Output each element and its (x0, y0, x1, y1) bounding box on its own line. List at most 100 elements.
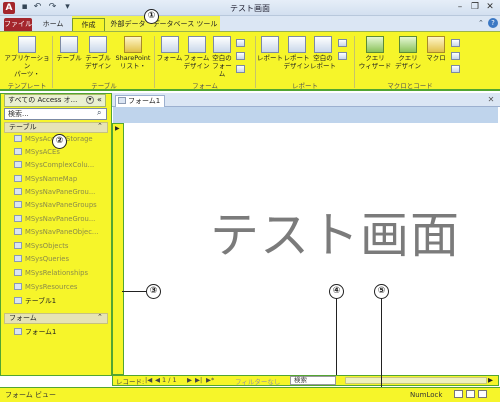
table-item[interactable]: MSysNavPaneGrou... (14, 186, 95, 199)
nav-section-forms-label: フォーム (9, 314, 37, 322)
table-item[interactable]: MSysObjects (14, 240, 68, 253)
module-icon[interactable] (451, 39, 460, 47)
group-label-table: テーブル (91, 82, 117, 90)
form-object-icon (14, 328, 22, 335)
blank-report-icon (314, 36, 332, 53)
table-item[interactable]: テーブル1 (14, 295, 56, 308)
table-item[interactable]: MSysNavPaneObjec... (14, 226, 98, 239)
close-document-icon[interactable]: ✕ (486, 95, 496, 105)
table-item-label: MSysComplexColu... (25, 161, 95, 169)
form-button[interactable]: フォーム (156, 36, 183, 62)
table-item-label: MSysNavPaneGroups (25, 201, 97, 209)
table-item-label: MSysQueries (25, 255, 69, 263)
tab-file[interactable]: ファイル (4, 18, 32, 31)
section-collapse-icon[interactable]: ⌃ (97, 313, 103, 321)
table-item[interactable]: MSysResources (14, 281, 77, 294)
macro-icon (427, 36, 445, 53)
status-view-label: フォーム ビュー (5, 391, 57, 399)
table-item[interactable]: MSysNavPaneGroups (14, 199, 97, 212)
nav-search-input[interactable]: 検索... (4, 108, 107, 120)
first-record-icon[interactable]: |◀ (145, 376, 152, 384)
scroll-right-icon[interactable]: ▶ (488, 376, 493, 384)
next-record-icon[interactable]: ▶ (187, 376, 192, 384)
tab-home[interactable]: ホーム (38, 18, 68, 31)
class-module-icon[interactable] (451, 52, 460, 60)
close-icon[interactable]: ✕ (484, 2, 496, 13)
table-item-label: MSysNavPaneGrou... (25, 188, 96, 196)
visual-basic-icon[interactable] (451, 65, 460, 73)
table-item[interactable]: MSysNameMap (14, 173, 77, 186)
ribbon-separator (354, 36, 355, 88)
group-label-form: フォーム (192, 82, 218, 90)
filter-status[interactable]: フィルターなし (235, 376, 280, 386)
form-label: フォーム (156, 54, 183, 62)
query-wizard-label: クエリ ウィザード (358, 54, 392, 70)
new-record-icon[interactable]: ▶* (206, 376, 214, 384)
form-design-button[interactable]: フォーム デザイン (183, 36, 210, 70)
query-wizard-button[interactable]: クエリ ウィザード (357, 36, 393, 70)
minimize-icon[interactable]: – (454, 2, 466, 13)
table-item-label: MSysObjects (25, 242, 69, 250)
navigation-icon[interactable] (236, 52, 245, 60)
form-item-label: フォーム1 (25, 328, 57, 336)
table-design-icon (89, 36, 107, 53)
macro-button[interactable]: マクロ (424, 36, 448, 62)
layout-view-icon[interactable] (466, 390, 475, 398)
table-design-button[interactable]: テーブル デザイン (84, 36, 112, 70)
sharepoint-list-button[interactable]: SharePoint リスト・ (113, 36, 153, 70)
ribbon-collapse-icon[interactable]: ⌃ (478, 19, 487, 28)
callout-3: ③ (146, 284, 161, 299)
report-icon (261, 36, 279, 53)
table-object-icon (14, 228, 22, 235)
horizontal-scrollbar[interactable] (345, 377, 487, 384)
group-label-macro: マクロとコード (387, 82, 433, 90)
report-button[interactable]: レポート (257, 36, 283, 62)
tab-database-tools[interactable]: データベース ツール (151, 18, 219, 31)
record-search-input[interactable]: 検索 (290, 376, 336, 385)
table-item[interactable]: MSysACEs (14, 146, 60, 159)
query-design-button[interactable]: クエリ デザイン (393, 36, 423, 70)
search-icon[interactable]: ⌕ (97, 108, 101, 118)
nav-section-tables[interactable]: テーブル (4, 122, 108, 133)
form-wizard-icon[interactable] (236, 39, 245, 47)
table-item[interactable]: MSysQueries (14, 253, 69, 266)
table-item-label: MSysNameMap (25, 175, 78, 183)
application-parts-label: アプリケーション パーツ・ (4, 54, 50, 78)
record-selector[interactable] (112, 123, 124, 375)
report-wizard-icon[interactable] (338, 39, 347, 47)
help-icon[interactable]: ? (488, 18, 498, 28)
nav-collapse-icon[interactable]: « (97, 95, 102, 104)
design-view-icon[interactable] (478, 390, 487, 398)
record-label: レコード: (116, 378, 145, 386)
tab-create[interactable]: 作成 (72, 18, 105, 31)
table-item[interactable]: MSysNavPaneGrou... (14, 213, 95, 226)
section-collapse-icon[interactable]: ⌃ (97, 122, 103, 130)
table-object-icon (14, 188, 22, 195)
last-record-icon[interactable]: ▶| (195, 376, 202, 384)
nav-pane-title: すべての Access オ... (8, 96, 78, 104)
table-item-label: テーブル1 (25, 297, 57, 305)
callout-2: ② (52, 134, 67, 149)
nav-section-forms[interactable]: フォーム (4, 313, 108, 324)
record-position[interactable]: 1 / 1 (162, 376, 177, 384)
blank-form-button[interactable]: 空白の フォーム (210, 36, 234, 78)
previous-record-icon[interactable]: ◀ (155, 376, 160, 384)
more-forms-icon[interactable] (236, 65, 245, 73)
table-button[interactable]: テーブル (55, 36, 83, 62)
labels-icon[interactable] (338, 52, 347, 60)
table-item[interactable]: MSysRelationships (14, 267, 88, 280)
form-view-icon[interactable] (454, 390, 463, 398)
report-design-icon (287, 36, 306, 53)
application-parts-button[interactable]: アプリケーション パーツ・ (4, 36, 50, 78)
report-design-button[interactable]: レポート デザイン (283, 36, 310, 70)
nav-dropdown-icon[interactable]: ▾ (86, 96, 94, 104)
restore-icon[interactable]: ❐ (469, 2, 481, 13)
blank-report-button[interactable]: 空白の レポート (310, 36, 336, 70)
table-item-label: MSysRelationships (25, 269, 89, 277)
application-parts-icon (18, 36, 36, 53)
table-item[interactable]: MSysComplexColu... (14, 159, 94, 172)
tab-external-data[interactable]: 外部データ (107, 18, 149, 31)
table-label: テーブル (56, 54, 82, 62)
form-item[interactable]: フォーム1 (14, 326, 56, 339)
callout-4: ④ (329, 284, 344, 299)
